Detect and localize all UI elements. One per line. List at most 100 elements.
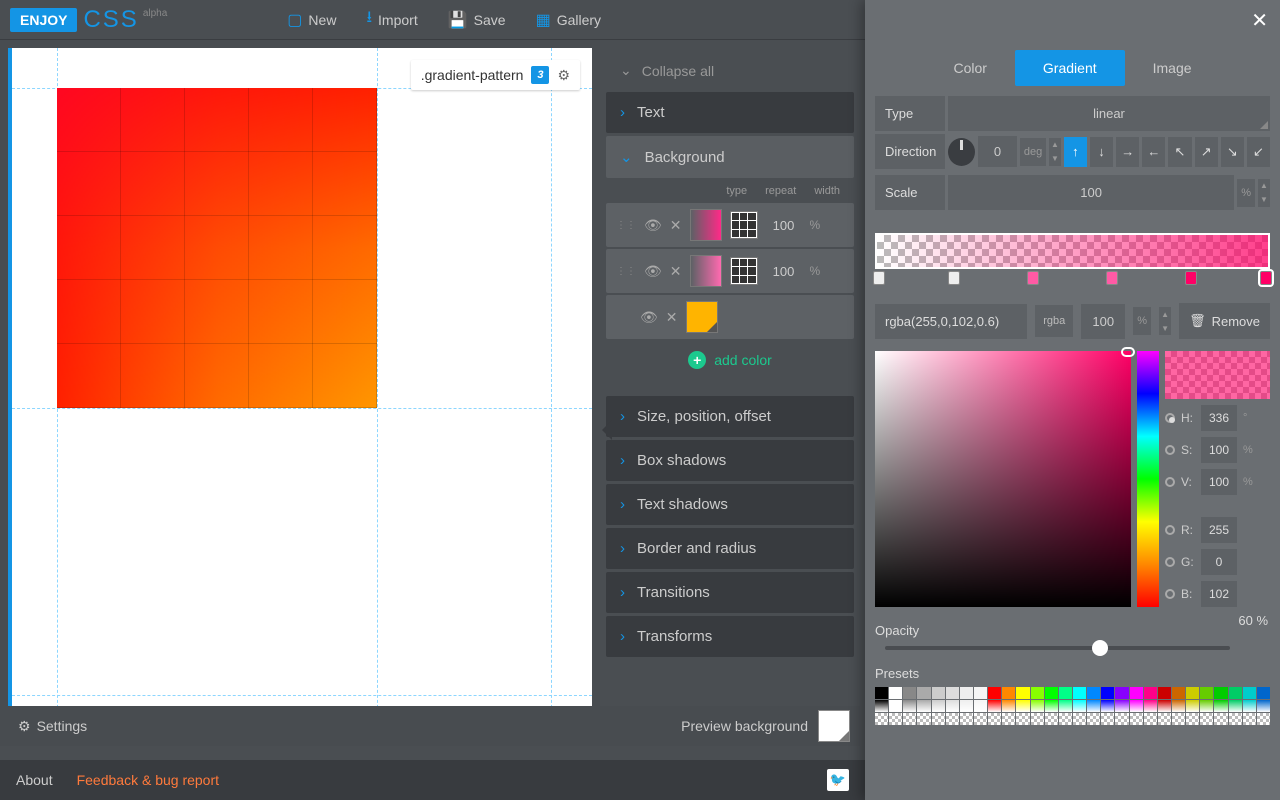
- preset-swatch[interactable]: [932, 713, 945, 725]
- preset-swatch[interactable]: [1031, 713, 1044, 725]
- delete-icon[interactable]: ✕: [670, 263, 682, 280]
- import-button[interactable]: ⭳Import: [366, 6, 417, 33]
- preset-swatch[interactable]: [1144, 700, 1157, 712]
- preset-swatch[interactable]: [1016, 687, 1029, 699]
- arrow-downright-button[interactable]: ↘: [1221, 137, 1244, 167]
- color-value-input[interactable]: rgba(255,0,102,0.6): [875, 304, 1027, 339]
- preset-swatch[interactable]: [1087, 700, 1100, 712]
- preset-swatch[interactable]: [1059, 713, 1072, 725]
- bg-layer[interactable]: ⋮⋮ 👁 ✕ 100%: [606, 249, 854, 293]
- visibility-icon[interactable]: 👁: [640, 309, 658, 326]
- preset-swatch[interactable]: [1172, 687, 1185, 699]
- preset-swatch[interactable]: [1002, 687, 1015, 699]
- preset-swatch[interactable]: [1158, 713, 1171, 725]
- visibility-icon[interactable]: 👁: [644, 263, 662, 280]
- gallery-button[interactable]: ▦Gallery: [536, 6, 601, 33]
- preset-swatch[interactable]: [903, 713, 916, 725]
- arrow-left-button[interactable]: ←: [1142, 137, 1165, 167]
- preset-swatches[interactable]: [875, 687, 1270, 725]
- opacity-slider[interactable]: [885, 646, 1230, 650]
- preset-swatch[interactable]: [960, 687, 973, 699]
- preset-swatch[interactable]: [1031, 687, 1044, 699]
- preset-swatch[interactable]: [1186, 713, 1199, 725]
- hue-slider[interactable]: [1137, 351, 1159, 607]
- direction-knob[interactable]: [948, 138, 975, 166]
- width-input[interactable]: 100: [766, 264, 802, 279]
- gear-icon[interactable]: ⚙: [557, 67, 570, 84]
- preset-swatch[interactable]: [1115, 687, 1128, 699]
- preset-swatch[interactable]: [917, 700, 930, 712]
- preset-swatch[interactable]: [1045, 687, 1058, 699]
- section-background[interactable]: ⌄Background: [606, 136, 854, 178]
- radio-h[interactable]: [1165, 413, 1175, 423]
- section-size[interactable]: ›Size, position, offset: [606, 396, 854, 437]
- preset-swatch[interactable]: [1158, 700, 1171, 712]
- preset-swatch[interactable]: [1186, 700, 1199, 712]
- layer-swatch[interactable]: [686, 301, 718, 333]
- preset-swatch[interactable]: [1016, 700, 1029, 712]
- preset-swatch[interactable]: [1087, 687, 1100, 699]
- layer-swatch[interactable]: [690, 255, 722, 287]
- preset-swatch[interactable]: [1115, 713, 1128, 725]
- scale-input[interactable]: 100: [948, 175, 1234, 210]
- preset-swatch[interactable]: [1200, 713, 1213, 725]
- section-border[interactable]: ›Border and radius: [606, 528, 854, 569]
- preset-swatch[interactable]: [988, 713, 1001, 725]
- type-select[interactable]: linear: [948, 96, 1270, 131]
- arrow-right-button[interactable]: →: [1116, 137, 1139, 167]
- saturation-value-picker[interactable]: [875, 351, 1131, 607]
- v-input[interactable]: 100: [1201, 469, 1237, 495]
- preset-swatch[interactable]: [1045, 700, 1058, 712]
- preset-swatch[interactable]: [946, 687, 959, 699]
- h-input[interactable]: 336: [1201, 405, 1237, 431]
- new-button[interactable]: ▢New: [287, 6, 336, 33]
- preset-swatch[interactable]: [875, 713, 888, 725]
- delete-icon[interactable]: ✕: [666, 309, 678, 326]
- tab-color[interactable]: Color: [925, 50, 1014, 86]
- preset-swatch[interactable]: [1200, 687, 1213, 699]
- preset-swatch[interactable]: [960, 713, 973, 725]
- preset-swatch[interactable]: [1257, 713, 1270, 725]
- preview-bg-swatch[interactable]: [818, 710, 850, 742]
- preset-swatch[interactable]: [1130, 713, 1143, 725]
- gradient-bar-editor[interactable]: [875, 233, 1270, 287]
- preset-swatch[interactable]: [1172, 700, 1185, 712]
- opacity-thumb[interactable]: [1092, 640, 1108, 656]
- repeat-picker[interactable]: [730, 211, 758, 239]
- radio-v[interactable]: [1165, 477, 1175, 487]
- preset-swatch[interactable]: [917, 687, 930, 699]
- preset-swatch[interactable]: [1073, 713, 1086, 725]
- preset-swatch[interactable]: [1243, 687, 1256, 699]
- save-button[interactable]: 💾Save: [448, 6, 506, 33]
- repeat-picker[interactable]: [730, 257, 758, 285]
- section-text[interactable]: ›Text: [606, 92, 854, 133]
- g-input[interactable]: 0: [1201, 549, 1237, 575]
- preset-swatch[interactable]: [1130, 687, 1143, 699]
- delete-icon[interactable]: ✕: [670, 217, 682, 234]
- bg-layer[interactable]: 👁 ✕: [606, 295, 854, 339]
- preset-swatch[interactable]: [875, 700, 888, 712]
- scale-spinner[interactable]: ▲▼: [1258, 179, 1270, 207]
- visibility-icon[interactable]: 👁: [644, 217, 662, 234]
- settings-button[interactable]: ⚙Settings: [18, 718, 87, 735]
- preset-swatch[interactable]: [1229, 700, 1242, 712]
- preset-swatch[interactable]: [1214, 713, 1227, 725]
- preset-swatch[interactable]: [1073, 687, 1086, 699]
- twitter-icon[interactable]: 🐦: [827, 769, 849, 791]
- preset-swatch[interactable]: [974, 713, 987, 725]
- preset-swatch[interactable]: [1101, 713, 1114, 725]
- preset-swatch[interactable]: [1229, 687, 1242, 699]
- arrow-upright-button[interactable]: ↗: [1195, 137, 1218, 167]
- r-input[interactable]: 255: [1201, 517, 1237, 543]
- radio-g[interactable]: [1165, 557, 1175, 567]
- remove-stop-button[interactable]: 🗑Remove: [1179, 303, 1270, 339]
- preset-swatch[interactable]: [1186, 687, 1199, 699]
- drag-handle-icon[interactable]: ⋮⋮: [616, 266, 636, 277]
- about-link[interactable]: About: [16, 772, 53, 788]
- radio-r[interactable]: [1165, 525, 1175, 535]
- preset-swatch[interactable]: [1059, 700, 1072, 712]
- preset-swatch[interactable]: [1031, 700, 1044, 712]
- layer-swatch[interactable]: [690, 209, 722, 241]
- preset-swatch[interactable]: [960, 700, 973, 712]
- preset-swatch[interactable]: [946, 713, 959, 725]
